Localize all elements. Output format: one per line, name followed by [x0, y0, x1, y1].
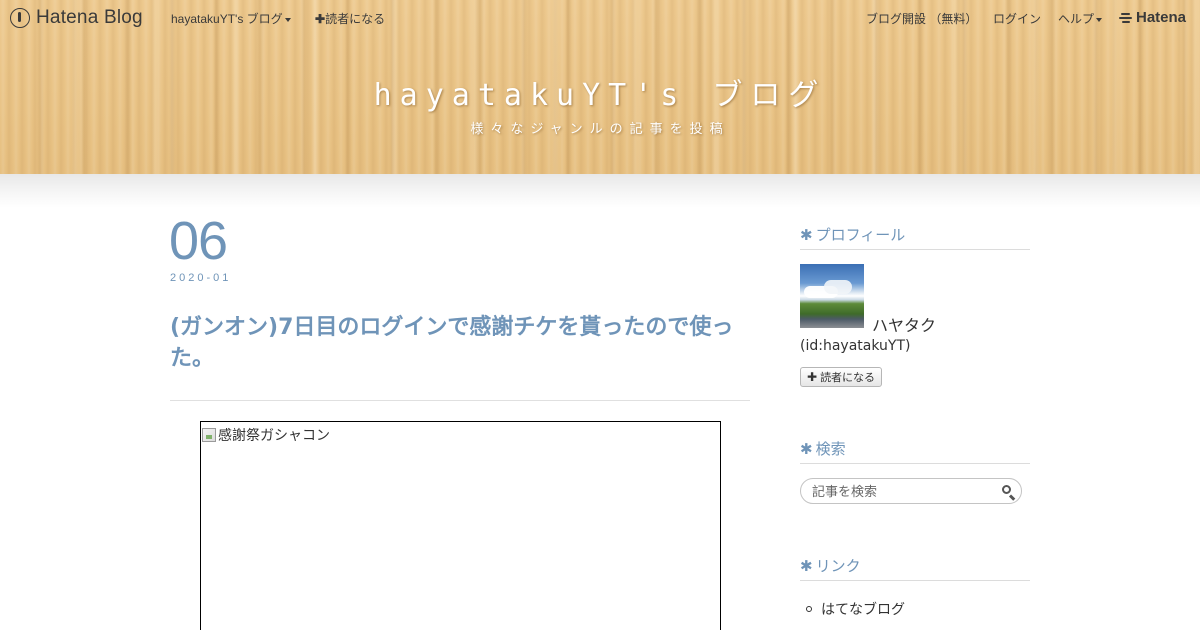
profile-heading-label: プロフィール	[815, 226, 906, 244]
blog-title[interactable]: hayatakuYT's ブログ	[0, 70, 1200, 114]
logo-text: Hatena Blog	[36, 7, 143, 28]
blog-description: 様々なジャンルの記事を投稿	[470, 122, 730, 137]
broken-image-icon	[202, 428, 216, 442]
profile-name[interactable]: ハヤタク	[872, 312, 936, 336]
hatena-label: Hatena	[1136, 9, 1187, 26]
search-icon[interactable]	[1002, 485, 1016, 501]
bullet-icon	[806, 606, 812, 612]
search-input[interactable]	[812, 483, 992, 501]
entry-divider	[170, 400, 750, 401]
blog-header: Hatena Blog hayatakuYT's ブログ ✚読者になる ブログ開…	[0, 0, 1200, 174]
global-header-bar: Hatena Blog hayatakuYT's ブログ ✚読者になる ブログ開…	[0, 0, 1200, 36]
search-heading-label: 検索	[815, 440, 846, 458]
profile-heading: ✱ プロフィール	[800, 224, 1030, 250]
entry-date-year-month[interactable]: 2020-01	[170, 272, 231, 284]
asterisk-icon: ✱	[800, 557, 813, 575]
image-alt-text: 感謝祭ガシャコン	[218, 428, 330, 444]
subscribe-label: 読者になる	[325, 12, 386, 26]
header-shadow-divider	[0, 174, 1200, 208]
links-heading: ✱ リンク	[800, 555, 1030, 581]
hatena-blog-logo-icon	[10, 8, 30, 28]
links-list: はてなブログ	[806, 598, 905, 620]
entry-image[interactable]: 感謝祭ガシャコン	[200, 421, 721, 630]
asterisk-icon: ✱	[800, 226, 813, 244]
entry-date-day[interactable]: 06	[169, 210, 228, 272]
hatena-blog-logo[interactable]: Hatena Blog	[10, 7, 143, 29]
plus-icon: ✚	[807, 370, 818, 384]
blog-menu-dropdown[interactable]: hayatakuYT's ブログ	[171, 10, 291, 27]
asterisk-icon: ✱	[800, 440, 813, 458]
caret-down-icon	[284, 17, 291, 22]
plus-icon: ✚	[315, 12, 326, 26]
links-heading-label: リンク	[815, 557, 861, 575]
help-label: ヘルプ	[1058, 12, 1095, 26]
profile-avatar[interactable]	[800, 264, 864, 328]
list-item[interactable]: はてなブログ	[806, 598, 905, 620]
profile-id: (id:hayatakuYT)	[800, 338, 911, 354]
login-link[interactable]: ログイン	[993, 10, 1041, 27]
entry-title[interactable]: (ガンオン)7日目のログインで感謝チケを貰ったので使った。	[170, 312, 750, 374]
image-alt: 感謝祭ガシャコン	[202, 425, 330, 445]
link-label: はてなブログ	[821, 602, 905, 618]
help-dropdown[interactable]: ヘルプ	[1058, 10, 1103, 27]
subscribe-button[interactable]: ✚読者になる	[315, 10, 385, 27]
blog-menu-label: hayatakuYT's ブログ	[171, 12, 283, 26]
caret-down-icon	[1096, 17, 1103, 22]
search-heading: ✱ 検索	[800, 438, 1030, 464]
follow-label: 読者になる	[820, 371, 876, 384]
hatena-menu[interactable]: Hatena	[1119, 9, 1186, 26]
hatena-bars-icon	[1119, 12, 1132, 23]
search-box	[800, 478, 1022, 504]
open-blog-link[interactable]: ブログ開設 （無料）	[866, 10, 977, 27]
profile-follow-button[interactable]: ✚ 読者になる	[800, 367, 883, 387]
